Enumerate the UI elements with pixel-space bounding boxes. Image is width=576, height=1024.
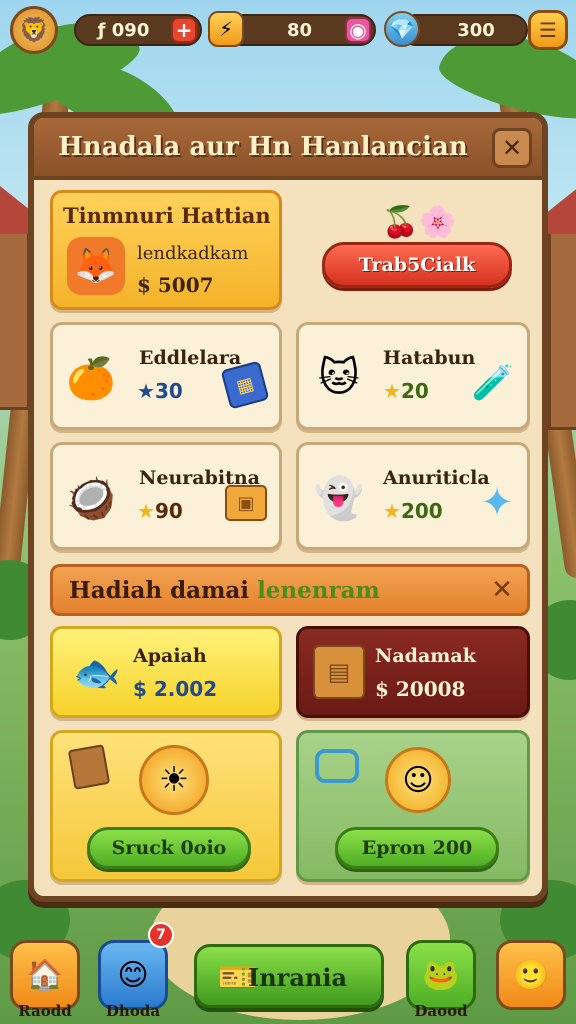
energy-value: 80	[286, 19, 313, 41]
banner-text: Hadiah damai lenenram	[69, 577, 380, 604]
banner-close-button[interactable]: ✕	[487, 575, 517, 605]
play-button[interactable]: 🎫 Inrania	[194, 944, 384, 1008]
star-icon: ★	[137, 379, 155, 403]
fox-mascot-icon: 🦊	[67, 237, 125, 295]
nav-home-button[interactable]: 🏠	[10, 940, 80, 1010]
item-price-value: 20	[400, 379, 429, 403]
nav-profile-button[interactable]: 🙂	[496, 940, 566, 1010]
bundle-buy-button[interactable]: Epron 200	[335, 827, 499, 869]
featured-price: $ 5007	[137, 273, 214, 297]
potion-icon: 🧪	[471, 363, 515, 403]
coin-counter: ƒ 090 +	[74, 14, 202, 46]
crystal-star-icon: ✦	[480, 480, 514, 526]
notification-badge: 7	[148, 922, 174, 948]
item-card[interactable]: 🥥 Neurabitna ★90 ▣	[50, 442, 282, 550]
star-icon: ★	[137, 499, 155, 523]
nav-character-button[interactable]: 🐸	[406, 940, 476, 1010]
offer-name: Nadamak	[375, 645, 476, 667]
hut-left	[0, 230, 30, 410]
featured-buy-button[interactable]: Trab5Cialk	[322, 242, 512, 288]
item-price-value: 30	[154, 379, 183, 403]
bundle-card[interactable]: ☀ Sruck 0oio	[50, 730, 282, 882]
item-price: ★20	[383, 379, 429, 403]
offer-card[interactable]: 🐟 Apaiah $ 2.002	[50, 626, 282, 718]
item-price: ★200	[383, 499, 443, 523]
shop-panel: Hnadala aur Hn Hanlancian ✕ Tinmnuri Hat…	[28, 112, 548, 902]
play-button-label: Inrania	[248, 963, 347, 992]
gift-banner: Hadiah damai lenenram ✕	[50, 564, 530, 616]
player-avatar[interactable]: 🦁	[10, 6, 58, 54]
blue-ghost-icon: 👻	[314, 475, 364, 522]
nav-friends-label: Dhoda	[105, 1002, 161, 1020]
gem-icon: 💎	[384, 11, 420, 47]
item-card[interactable]: 👻 Anuriticla ★200 ✦	[296, 442, 530, 550]
nav-home-label: Raodd	[18, 1002, 72, 1020]
item-card[interactable]: 🐱 Hatabun ★20 🧪	[296, 322, 530, 430]
item-price-value: 200	[400, 499, 443, 523]
item-name: Eddlelara	[139, 347, 242, 369]
bottom-nav: 🏠 Raodd 😊 7 Dhoda 🎫 Inrania 🐸 Daood 🙂	[0, 922, 576, 1024]
item-price: ★90	[137, 499, 183, 523]
treasure-chest-icon: ▣	[225, 485, 267, 521]
coconut-icon: 🥥	[66, 475, 116, 522]
close-button[interactable]: ✕	[492, 128, 532, 168]
green-cat-icon: 🐱	[318, 355, 360, 401]
sun-smile-icon: ☺	[385, 747, 451, 813]
gem-value: 300	[457, 19, 495, 41]
featured-subtitle: lendkadkam	[137, 243, 249, 264]
bundle-buy-button[interactable]: Sruck 0oio	[87, 827, 251, 869]
blue-ring-icon	[315, 749, 359, 783]
star-icon: ★	[383, 499, 401, 523]
item-name: Hatabun	[383, 347, 476, 369]
fruit-bundle-icon: 🍒🌸	[381, 204, 457, 240]
menu-button[interactable]: ☰	[528, 10, 568, 50]
energy-counter: 80 ◉	[226, 14, 376, 46]
offer-price: $ 20008	[375, 677, 466, 701]
nav-friends-button[interactable]: 😊	[98, 940, 168, 1010]
add-energy-button[interactable]: ◉	[345, 17, 371, 43]
crate-icon: ▤	[313, 645, 365, 699]
small-box-icon	[67, 744, 111, 790]
hut-right	[548, 230, 576, 430]
featured-card[interactable]: Tinmnuri Hattian 🦊 lendkadkam $ 5007	[50, 190, 282, 310]
star-icon: ★	[383, 379, 401, 403]
coin-prefix: ƒ	[97, 19, 106, 41]
panel-title: Hnadala aur Hn Hanlancian	[58, 132, 468, 162]
sun-coin-icon: ☀	[139, 745, 209, 815]
coin-value: ƒ 090	[76, 20, 171, 41]
offer-card[interactable]: ▤ Nadamak $ 20008	[296, 626, 530, 718]
offer-price: $ 2.002	[133, 677, 218, 701]
item-price: ★30	[137, 379, 183, 403]
item-card[interactable]: 🍊 Eddlelara ★30 ▦	[50, 322, 282, 430]
blue-box-icon: ▦	[220, 360, 270, 410]
orange-chef-icon: 🍊	[66, 355, 116, 402]
panel-header: Hnadala aur Hn Hanlancian ✕	[34, 118, 542, 180]
item-name: Anuriticla	[383, 467, 490, 489]
item-price-value: 90	[154, 499, 183, 523]
nav-character-label: Daood	[414, 1002, 468, 1020]
top-bar: 🦁 ƒ 090 + 80 ◉ ⚡ 300 💎 ☰	[8, 6, 568, 54]
offer-name: Apaiah	[133, 645, 207, 667]
blue-fish-icon: 🐟	[73, 650, 121, 695]
banner-highlight: lenenram	[257, 577, 380, 604]
featured-name: Tinmnuri Hattian	[63, 203, 271, 228]
lightning-icon: ⚡	[208, 11, 244, 47]
coin-amount: 090	[111, 19, 150, 41]
add-coins-button[interactable]: +	[171, 17, 197, 43]
bundle-card[interactable]: ☺ Epron 200	[296, 730, 530, 882]
banner-label: Hadiah damai	[69, 577, 250, 604]
